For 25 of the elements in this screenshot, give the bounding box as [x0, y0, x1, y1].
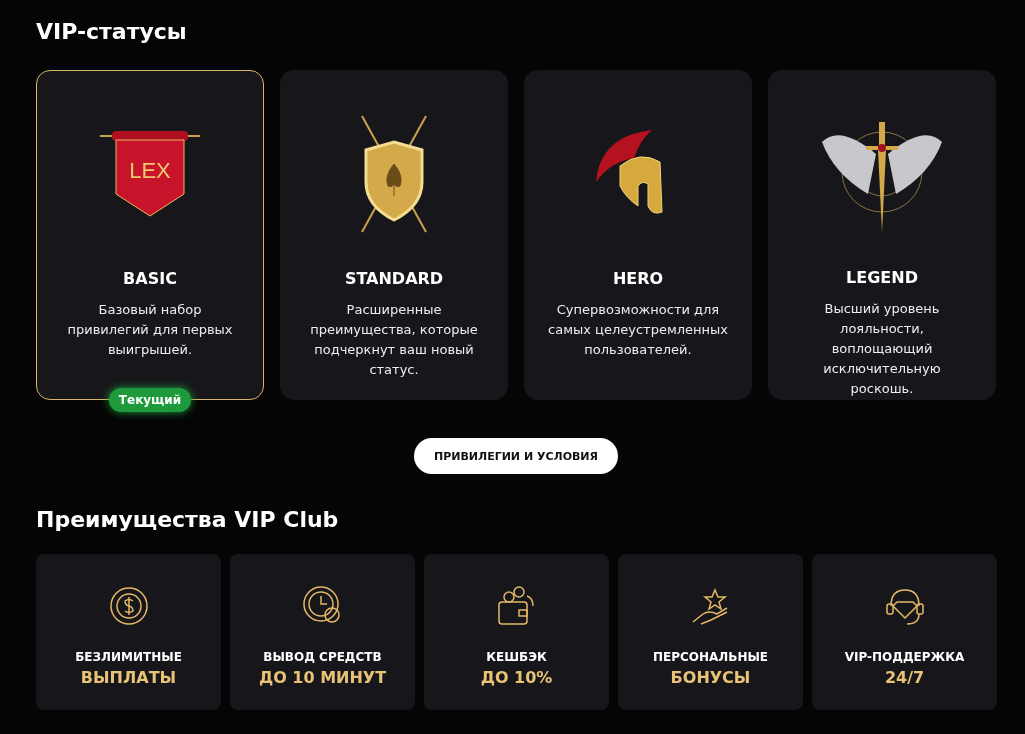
current-badge: Текущий	[108, 388, 192, 412]
tier-card[interactable]: LEGEND Высший уровень лояльности, воплощающий исключительную роскошь.	[768, 70, 996, 400]
section-title: VIP-статусы	[36, 18, 188, 46]
benefit-label: КЕШБЭК	[486, 650, 547, 664]
privileges-button[interactable]: ПРИВИЛЕГИИ И УСЛОВИЯ	[413, 438, 619, 474]
benefit-value: БОНУСЫ	[670, 668, 751, 687]
tier-description: Базовый набор привилегий для первых выигрышей.	[66, 301, 234, 359]
benefit-value: 24/7	[884, 668, 925, 687]
benefit-label: ПЕРСОНАЛЬНЫЕ	[652, 650, 769, 664]
tier-card[interactable]: STANDARD Расширенные преимущества, которые подчеркнут ваш новый статус.	[280, 70, 508, 400]
benefit-value: ВЫПЛАТЫ	[80, 668, 177, 687]
benefit-label: БЕЗЛИМИТНЫЕ	[75, 650, 182, 664]
benefit-label: VIP-ПОДДЕРЖКА	[844, 650, 965, 664]
tier-name: LEGEND	[846, 268, 918, 287]
tier-description: Высший уровень лояльности, воплощающий исключительную роскошь.	[822, 300, 942, 398]
tier-description: Расширенные преимущества, которые подчеркнут ваш новый статус.	[309, 301, 479, 379]
tier-name: HERO	[612, 269, 664, 288]
tier-name: BASIC	[123, 269, 177, 288]
tier-name: STANDARD	[344, 269, 444, 288]
tier-card[interactable]: HERO Супервозможности для самых целеустремленных пользователей.	[524, 70, 752, 400]
tier-description: Супервозможности для самых целеустремленных пользователей.	[547, 301, 729, 359]
benefit-value: ДО 10%	[480, 668, 553, 687]
section-title: Преимущества VIP Club	[36, 506, 340, 534]
benefit-value: ДО 10 МИНУТ	[258, 668, 387, 687]
benefit-label: ВЫВОД СРЕДСТВ	[263, 650, 382, 664]
